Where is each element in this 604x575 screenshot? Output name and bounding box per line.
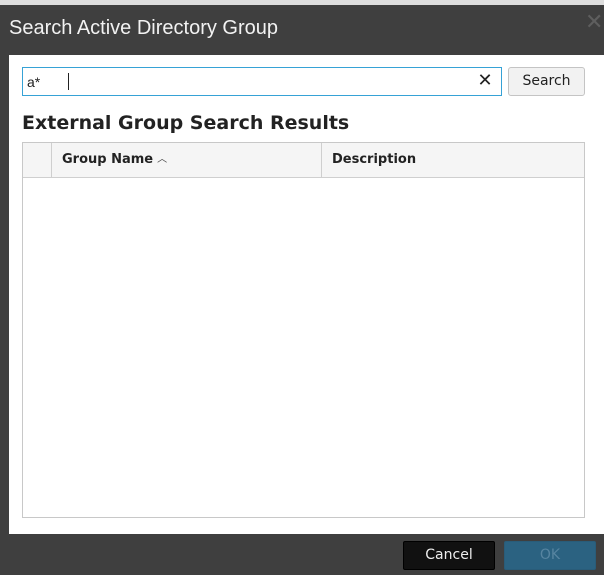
sort-ascending-icon: ︿ <box>157 154 168 165</box>
dialog-left-border <box>0 55 9 534</box>
search-button[interactable]: Search <box>508 67 585 96</box>
results-table: Group Name ︿ Description <box>22 142 585 518</box>
text-caret <box>68 73 69 90</box>
column-header-description[interactable]: Description <box>322 143 584 177</box>
table-header: Group Name ︿ Description <box>23 143 584 178</box>
dialog-titlebar: Search Active Directory Group ✕ <box>0 5 604 55</box>
cancel-button[interactable]: Cancel <box>403 541 495 570</box>
column-header-group-name[interactable]: Group Name ︿ <box>52 143 322 177</box>
search-field: ✕ <box>22 67 502 96</box>
results-heading: External Group Search Results <box>22 112 350 134</box>
search-input[interactable] <box>23 68 463 95</box>
close-icon[interactable]: ✕ <box>585 12 603 34</box>
select-column-header[interactable] <box>23 143 52 177</box>
clear-icon[interactable]: ✕ <box>474 70 496 92</box>
column-header-label: Group Name <box>62 152 154 167</box>
dialog-title: Search Active Directory Group <box>9 17 278 39</box>
column-header-label: Description <box>332 152 417 167</box>
search-ad-group-dialog: Search Active Directory Group ✕ ✕ Search… <box>0 0 604 575</box>
dialog-footer: Cancel OK <box>0 534 604 575</box>
ok-button[interactable]: OK <box>504 541 596 570</box>
